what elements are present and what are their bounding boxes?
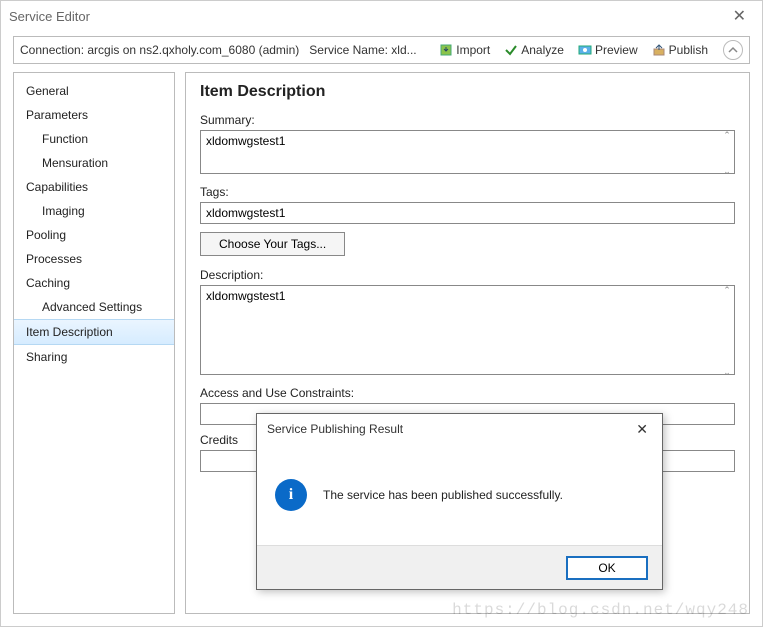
tags-input[interactable] xyxy=(200,202,735,224)
publish-result-dialog: Service Publishing Result ✕ i The servic… xyxy=(256,413,663,590)
collapse-toggle[interactable] xyxy=(723,40,743,60)
dialog-title: Service Publishing Result xyxy=(267,422,632,436)
service-name-text: Service Name: xld... xyxy=(309,43,416,57)
sidebar-item-capabilities[interactable]: Capabilities xyxy=(14,175,174,199)
import-button[interactable]: Import xyxy=(436,41,493,59)
close-icon[interactable]: ✕ xyxy=(725,6,754,26)
analyze-label: Analyze xyxy=(521,43,564,57)
sidebar-item-mensuration[interactable]: Mensuration xyxy=(14,151,174,175)
sidebar-item-imaging[interactable]: Imaging xyxy=(14,199,174,223)
description-input[interactable] xyxy=(200,285,735,375)
summary-label: Summary: xyxy=(200,113,735,127)
publish-button[interactable]: Publish xyxy=(649,41,711,59)
summary-input[interactable] xyxy=(200,130,735,174)
sidebar-item-item-description[interactable]: Item Description xyxy=(14,319,174,345)
sidebar-item-advanced-settings[interactable]: Advanced Settings xyxy=(14,295,174,319)
preview-button[interactable]: Preview xyxy=(575,41,641,59)
tags-label: Tags: xyxy=(200,185,735,199)
sidebar-item-function[interactable]: Function xyxy=(14,127,174,151)
ok-button[interactable]: OK xyxy=(566,556,648,580)
import-label: Import xyxy=(456,43,490,57)
publish-label: Publish xyxy=(669,43,708,57)
chevron-up-icon xyxy=(728,45,738,55)
sidebar-item-caching[interactable]: Caching xyxy=(14,271,174,295)
dialog-message: The service has been published successfu… xyxy=(323,488,563,502)
dialog-close-icon[interactable]: ✕ xyxy=(632,421,652,438)
publish-icon xyxy=(652,43,666,57)
access-label: Access and Use Constraints: xyxy=(200,386,735,400)
scrollbar[interactable]: ⌃⌄ xyxy=(719,285,735,378)
watermark: https://blog.csdn.net/wqy248 xyxy=(452,601,749,619)
connection-text: Connection: arcgis on ns2.qxholy.com_608… xyxy=(20,43,299,57)
info-icon: i xyxy=(275,479,307,511)
preview-icon xyxy=(578,43,592,57)
page-title: Item Description xyxy=(200,83,735,101)
description-label: Description: xyxy=(200,268,735,282)
check-icon xyxy=(504,43,518,57)
import-icon xyxy=(439,43,453,57)
choose-tags-button[interactable]: Choose Your Tags... xyxy=(200,232,345,256)
window-title: Service Editor xyxy=(9,9,725,24)
sidebar-item-general[interactable]: General xyxy=(14,79,174,103)
analyze-button[interactable]: Analyze xyxy=(501,41,567,59)
titlebar: Service Editor ✕ xyxy=(1,1,762,31)
toolbar: Connection: arcgis on ns2.qxholy.com_608… xyxy=(13,36,750,64)
scrollbar[interactable]: ⌃⌄ xyxy=(719,130,735,177)
sidebar-item-processes[interactable]: Processes xyxy=(14,247,174,271)
sidebar-item-pooling[interactable]: Pooling xyxy=(14,223,174,247)
dialog-titlebar: Service Publishing Result ✕ xyxy=(257,414,662,444)
sidebar: GeneralParametersFunctionMensurationCapa… xyxy=(13,72,175,614)
sidebar-item-parameters[interactable]: Parameters xyxy=(14,103,174,127)
sidebar-item-sharing[interactable]: Sharing xyxy=(14,345,174,369)
preview-label: Preview xyxy=(595,43,638,57)
